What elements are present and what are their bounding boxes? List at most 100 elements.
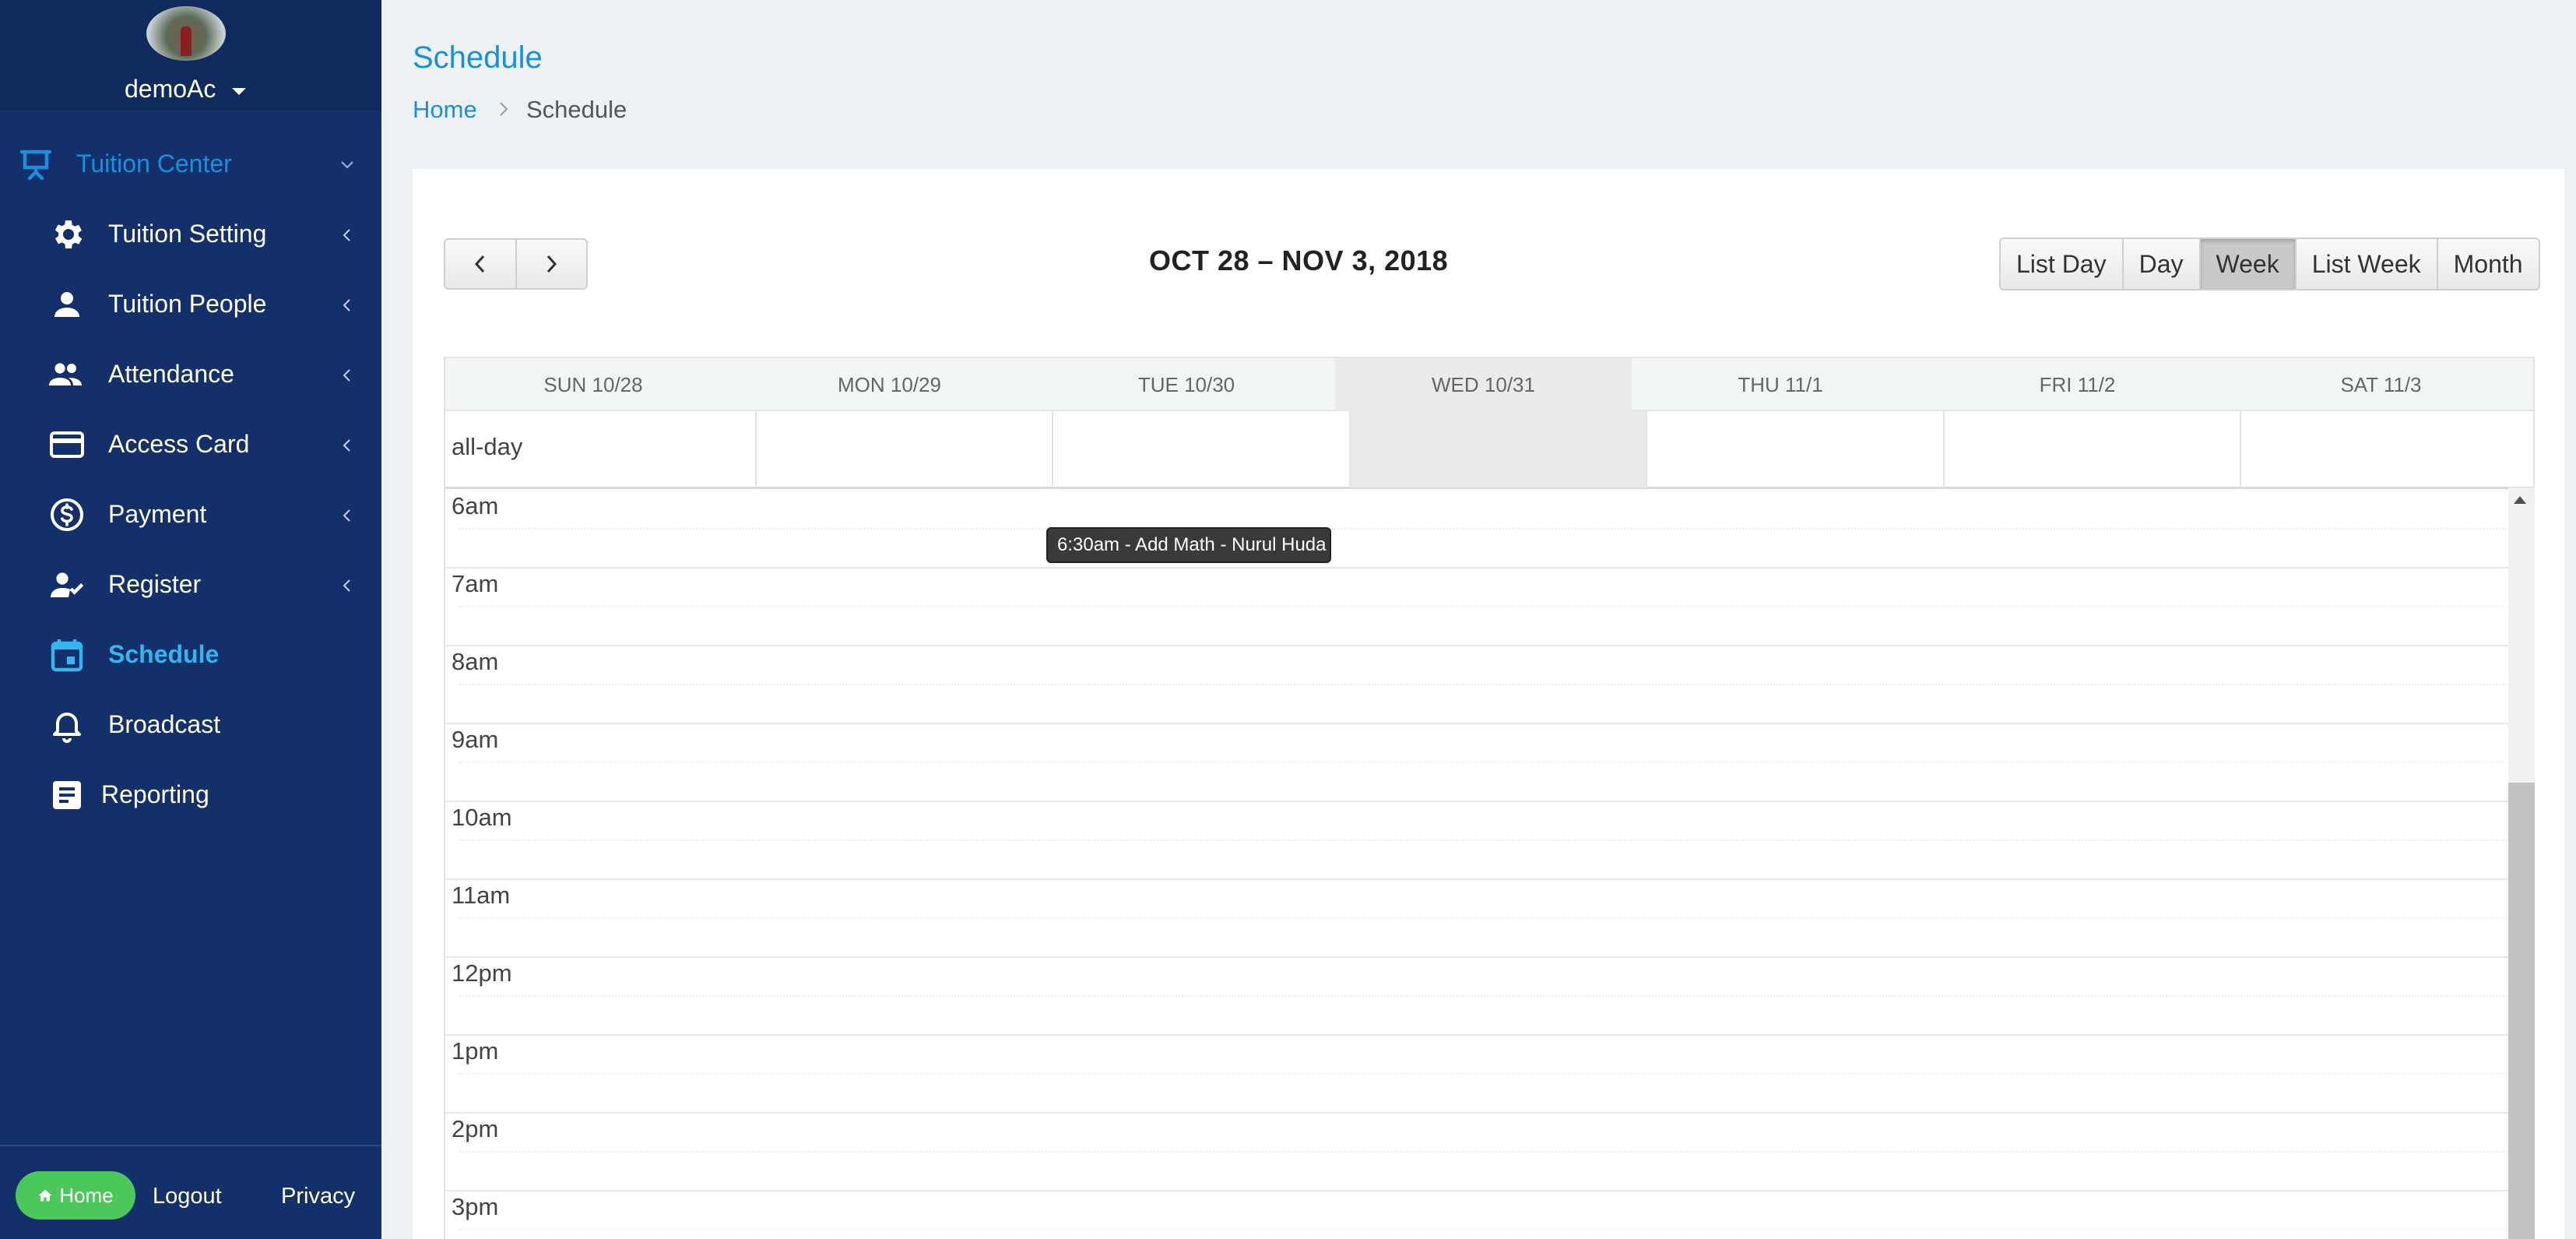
bell-icon bbox=[53, 713, 81, 743]
sidebar-item-attendance[interactable]: Attendance bbox=[0, 341, 381, 408]
breadcrumb-home[interactable]: Home bbox=[413, 96, 477, 124]
chevron-right-icon bbox=[547, 255, 557, 273]
all-day-cell[interactable] bbox=[755, 411, 1052, 488]
next-button[interactable] bbox=[516, 238, 588, 290]
day-header: SAT 11/3 bbox=[2340, 372, 2422, 396]
caret-down-icon[interactable] bbox=[232, 88, 246, 95]
page-title: Schedule bbox=[413, 40, 543, 75]
half-hour-line bbox=[459, 839, 2522, 841]
view-day-button[interactable]: Day bbox=[2123, 238, 2201, 290]
time-grid[interactable]: 6am 7am 8am 9am 10am 11am 12pm 1pm 2pm 3… bbox=[445, 489, 2522, 1239]
time-label: 3pm bbox=[452, 1193, 499, 1220]
view-list-week-button[interactable]: List Week bbox=[2296, 238, 2438, 290]
day-header-row: SUN 10/28 MON 10/29 TUE 10/30 WED 10/31 … bbox=[445, 358, 2533, 411]
time-label: 9am bbox=[452, 726, 499, 753]
view-month-button[interactable]: Month bbox=[2437, 238, 2540, 290]
dollar-circle-icon bbox=[51, 498, 83, 531]
day-header: THU 11/1 bbox=[1738, 372, 1823, 396]
calendar-icon bbox=[51, 639, 83, 672]
day-header: SUN 10/28 bbox=[543, 372, 643, 396]
all-day-cell[interactable] bbox=[1052, 411, 1349, 488]
username[interactable]: demoAc bbox=[125, 75, 216, 104]
sidebar: demoAc Tuition Center Tuition Setting Tu… bbox=[0, 0, 381, 1239]
sidebar-item-label: Register bbox=[108, 570, 202, 598]
hour-line bbox=[445, 878, 2508, 880]
half-hour-line bbox=[459, 1073, 2522, 1075]
sidebar-item-label: Attendance bbox=[108, 360, 234, 388]
day-header: MON 10/29 bbox=[838, 372, 941, 396]
sidebar-item-register[interactable]: Register bbox=[0, 551, 381, 618]
hour-line bbox=[445, 1034, 2508, 1036]
calendar-range-title: OCT 28 – NOV 3, 2018 bbox=[1149, 245, 1449, 276]
chevron-left-icon bbox=[343, 439, 350, 452]
view-list-day-button[interactable]: List Day bbox=[1999, 238, 2124, 290]
hour-line bbox=[445, 1112, 2508, 1114]
sidebar-footer: Home Logout Privacy bbox=[0, 1145, 381, 1239]
sidebar-item-label: Tuition Center bbox=[76, 150, 232, 178]
half-hour-line bbox=[459, 1151, 2522, 1153]
presentation-board-icon bbox=[19, 150, 52, 181]
week-calendar: SUN 10/28 MON 10/29 TUE 10/30 WED 10/31 … bbox=[444, 357, 2535, 1239]
sidebar-item-tuition-people[interactable]: Tuition People bbox=[0, 271, 381, 338]
day-header: FRI 11/2 bbox=[2039, 372, 2116, 396]
half-hour-line bbox=[459, 528, 2522, 530]
time-label: 7am bbox=[452, 570, 499, 597]
home-button-label: Home bbox=[59, 1183, 114, 1207]
sidebar-item-label: Broadcast bbox=[108, 710, 221, 738]
chevron-left-icon bbox=[474, 255, 484, 273]
avatar[interactable] bbox=[146, 6, 226, 61]
sidebar-item-label: Tuition Setting bbox=[108, 220, 267, 248]
scrollbar-thumb[interactable] bbox=[2508, 783, 2535, 1239]
day-header-today: WED 10/31 bbox=[1335, 358, 1632, 411]
hour-line bbox=[445, 645, 2508, 646]
sidebar-item-schedule[interactable]: Schedule bbox=[0, 621, 381, 688]
document-icon bbox=[53, 781, 81, 809]
time-label: 6am bbox=[452, 492, 499, 519]
chevron-left-icon bbox=[343, 229, 350, 241]
person-icon bbox=[54, 292, 79, 317]
logout-link[interactable]: Logout bbox=[153, 1184, 222, 1209]
time-label: 10am bbox=[452, 804, 512, 831]
chevron-left-icon bbox=[343, 369, 350, 382]
hour-line bbox=[445, 567, 2508, 568]
chevron-left-icon bbox=[343, 509, 350, 522]
privacy-link[interactable]: Privacy bbox=[281, 1184, 355, 1209]
all-day-label: all-day bbox=[452, 433, 523, 460]
view-week-button[interactable]: Week bbox=[2200, 238, 2297, 290]
gear-icon bbox=[54, 220, 83, 248]
all-day-cell-today[interactable] bbox=[1349, 411, 1646, 488]
chevron-down-icon bbox=[341, 161, 353, 169]
people-icon bbox=[49, 363, 82, 385]
sidebar-item-label: Reporting bbox=[101, 780, 209, 808]
all-day-cell[interactable] bbox=[1943, 411, 2240, 488]
all-day-cell[interactable] bbox=[1646, 411, 1943, 488]
sidebar-item-tuition-setting[interactable]: Tuition Setting bbox=[0, 201, 381, 268]
sidebar-item-tuition-center[interactable]: Tuition Center bbox=[0, 131, 381, 198]
breadcrumb-current: Schedule bbox=[526, 96, 627, 123]
chevron-right-icon bbox=[500, 102, 508, 116]
day-header: TUE 10/30 bbox=[1137, 372, 1235, 396]
calendar-nav bbox=[444, 238, 588, 290]
hour-line bbox=[445, 956, 2508, 958]
prev-button[interactable] bbox=[444, 238, 517, 290]
sidebar-item-payment[interactable]: Payment bbox=[0, 481, 381, 548]
half-hour-line bbox=[459, 684, 2522, 685]
hour-line bbox=[445, 1190, 2508, 1191]
sidebar-item-broadcast[interactable]: Broadcast bbox=[0, 692, 381, 759]
time-label: 11am bbox=[452, 882, 511, 909]
scroll-up-arrow-icon[interactable] bbox=[2514, 496, 2526, 504]
calendar-event[interactable]: 6:30am - Add Math - Nurul Huda bbox=[1046, 527, 1331, 563]
half-hour-line bbox=[459, 917, 2522, 919]
half-hour-line bbox=[459, 762, 2522, 763]
view-switcher: List Day Day Week List Week Month bbox=[1999, 238, 2540, 290]
sidebar-item-reporting[interactable]: Reporting bbox=[0, 762, 381, 829]
all-day-cell[interactable] bbox=[2240, 411, 2533, 488]
sidebar-item-access-card[interactable]: Access Card bbox=[0, 411, 381, 478]
half-hour-line bbox=[459, 1229, 2522, 1230]
chevron-left-icon bbox=[343, 299, 350, 312]
home-button[interactable]: Home bbox=[16, 1171, 135, 1220]
credit-card-icon bbox=[50, 431, 84, 458]
house-icon bbox=[38, 1189, 52, 1202]
sidebar-item-label: Tuition People bbox=[108, 290, 267, 318]
time-label: 8am bbox=[452, 648, 499, 675]
